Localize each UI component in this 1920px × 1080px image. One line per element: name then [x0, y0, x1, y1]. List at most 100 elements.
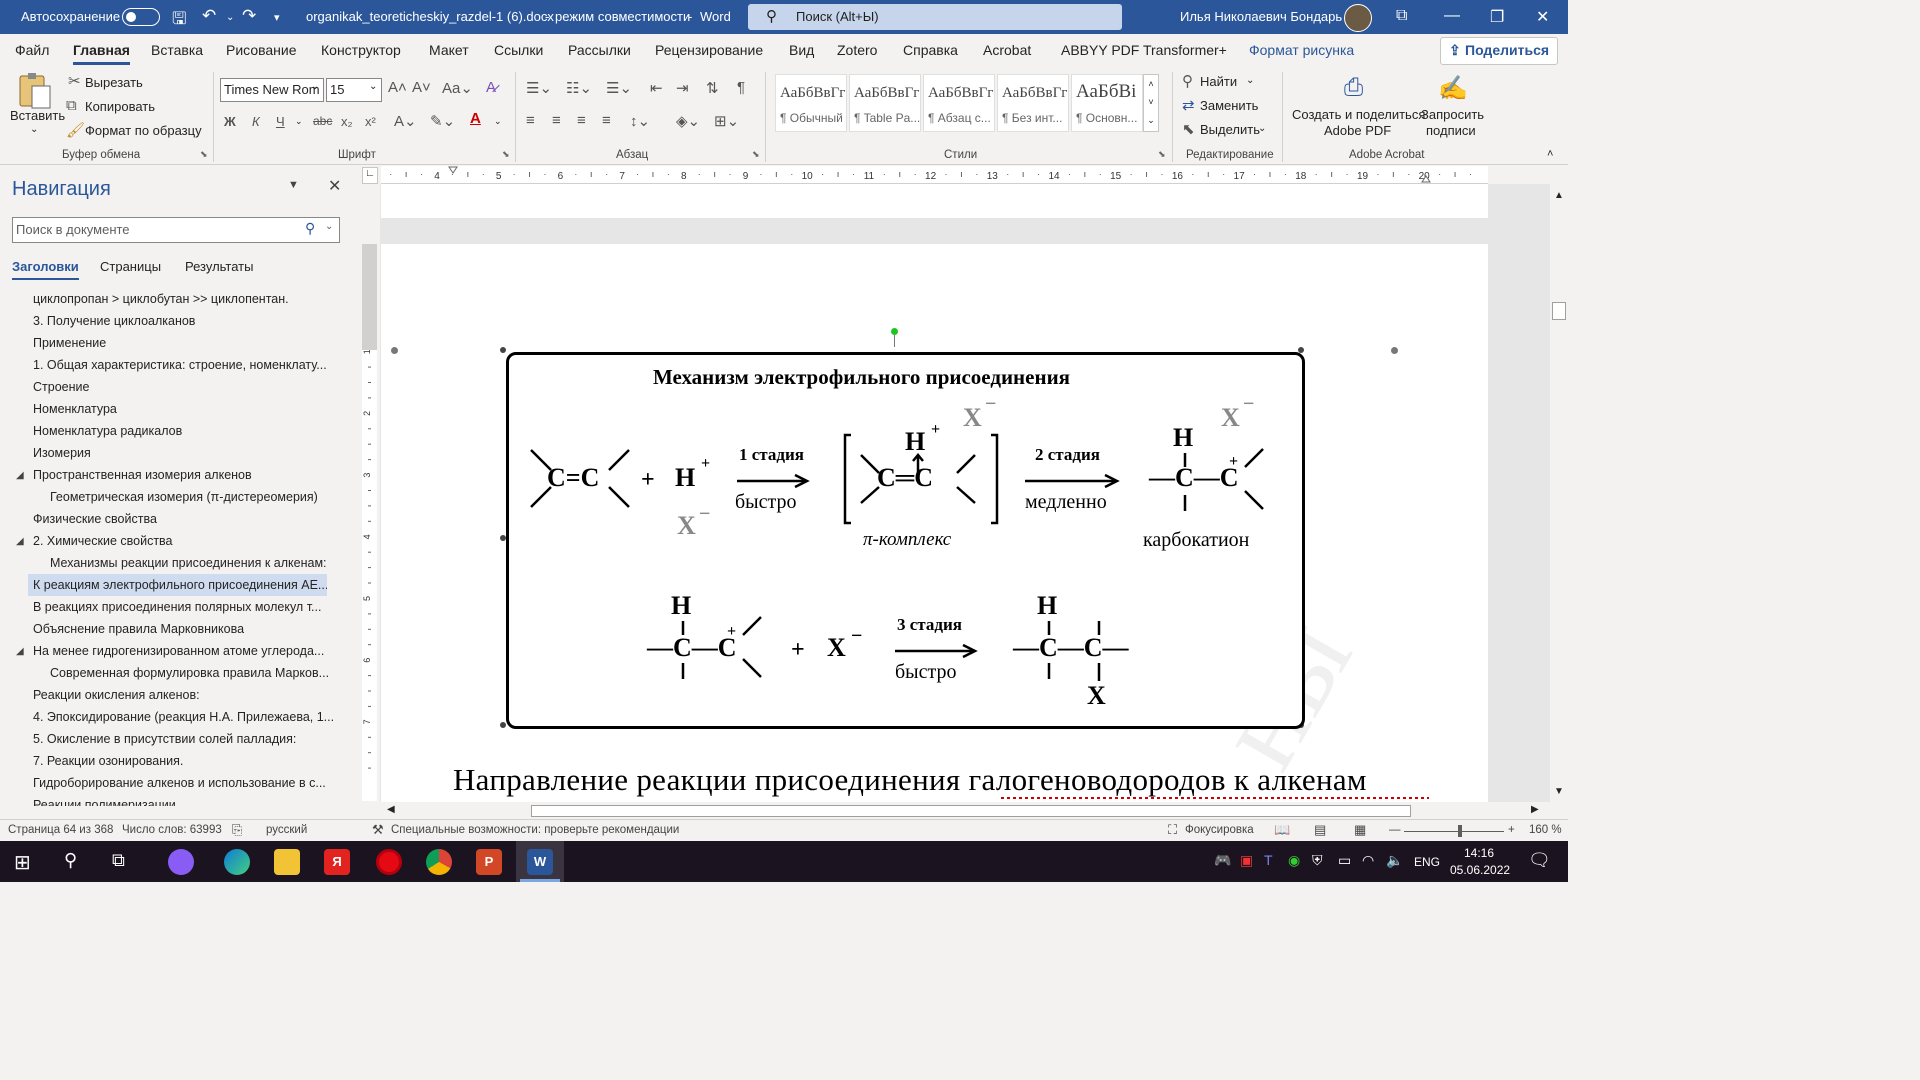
scroll-thumb[interactable]: [531, 805, 1411, 817]
create-pdf-label[interactable]: Создать и поделиться: [1292, 107, 1425, 122]
bullets-icon[interactable]: ☰⌄: [526, 79, 552, 97]
heading-item[interactable]: Номенклатура радикалов: [33, 420, 333, 442]
subscript-button[interactable]: x₂: [341, 114, 353, 129]
alice-icon[interactable]: [168, 849, 194, 875]
input-language[interactable]: ENG: [1414, 855, 1440, 869]
collapse-triangle-icon[interactable]: ◢: [16, 646, 24, 657]
tab-mailings[interactable]: Рассылки: [568, 42, 631, 58]
chevron-down-icon[interactable]: ⌄: [494, 116, 502, 127]
heading-item[interactable]: Реакции окисления алкенов:: [33, 684, 333, 706]
tab-draw[interactable]: Рисование: [226, 42, 297, 58]
font-launcher-icon[interactable]: ⬊: [502, 149, 510, 160]
nav-search-input[interactable]: Поиск в документе ⚲ ⌄: [12, 217, 340, 243]
collapse-ribbon-icon[interactable]: ˄: [1547, 148, 1553, 160]
horizontal-scrollbar[interactable]: ◀ ▶: [381, 802, 1550, 819]
tab-acrobat[interactable]: Acrobat: [983, 42, 1031, 58]
request-signature-label[interactable]: Запросить: [1421, 107, 1484, 122]
tab-zotero[interactable]: Zotero: [837, 42, 877, 58]
scroll-left-icon[interactable]: ◀: [387, 804, 395, 815]
highlight-icon[interactable]: ✎⌄: [430, 112, 455, 130]
resize-handle[interactable]: [500, 347, 506, 353]
numbering-icon[interactable]: ☷⌄: [566, 79, 592, 97]
nav-close-icon[interactable]: ✕: [328, 176, 341, 196]
font-color-icon[interactable]: A: [470, 110, 481, 127]
web-layout-icon[interactable]: ▦: [1354, 822, 1366, 838]
tab-insert[interactable]: Вставка: [151, 42, 203, 58]
style-body-text[interactable]: АаБбВі ¶ Основн...: [1071, 74, 1143, 132]
scroll-up-icon[interactable]: ▲: [1554, 190, 1564, 201]
tab-abbyy[interactable]: ABBYY PDF Transformer+: [1061, 42, 1227, 58]
font-size-select[interactable]: 15 ⌄: [326, 78, 382, 102]
vertical-ruler[interactable]: 11234567: [362, 244, 377, 801]
zoom-slider[interactable]: [1404, 831, 1504, 832]
clipboard-launcher-icon[interactable]: ⬊: [200, 149, 208, 160]
heading-item[interactable]: Объяснение правила Марковникова: [33, 618, 333, 640]
teams-icon[interactable]: T: [1264, 852, 1273, 868]
shrink-font-icon[interactable]: A˅: [412, 79, 431, 96]
avatar[interactable]: [1344, 4, 1372, 32]
print-layout-icon[interactable]: ▤: [1314, 822, 1326, 838]
mechanism-figure[interactable]: Механизм электрофильного присоединения C…: [506, 352, 1305, 729]
heading-item[interactable]: Применение: [33, 332, 333, 354]
anchor-handle[interactable]: [391, 347, 398, 354]
share-button[interactable]: ⇪ Поделиться: [1440, 37, 1558, 65]
tab-selector[interactable]: ∟: [362, 167, 378, 184]
heading-item[interactable]: 5. Окисление в присутствии солей паллади…: [33, 728, 333, 750]
style-table-paragraph[interactable]: АаБбВвГг ¶ Table Pa...: [849, 74, 921, 132]
read-mode-icon[interactable]: 📖: [1274, 822, 1290, 838]
find-button[interactable]: Найти: [1200, 74, 1237, 89]
search-box[interactable]: ⚲ Поиск (Alt+Ы): [748, 4, 1122, 30]
redo-icon[interactable]: ↷: [242, 6, 256, 26]
change-case-icon[interactable]: Aa⌄: [442, 79, 473, 97]
heading-item[interactable]: Механизмы реакции присоединения к алкена…: [50, 552, 350, 574]
tray-app-icon[interactable]: ⛨: [1312, 852, 1323, 869]
chrome-icon[interactable]: [426, 849, 452, 875]
nav-options-icon[interactable]: ▼: [288, 179, 299, 191]
scroll-right-icon[interactable]: ▶: [1531, 804, 1539, 815]
tab-design[interactable]: Конструктор: [321, 42, 401, 58]
search-icon[interactable]: ⚲: [64, 850, 77, 871]
zoom-out-icon[interactable]: —: [1389, 824, 1401, 836]
search-icon[interactable]: ⚲: [305, 220, 315, 237]
paste-label[interactable]: Вставить: [10, 108, 65, 123]
zoom-slider-thumb[interactable]: [1458, 825, 1462, 837]
paragraph-launcher-icon[interactable]: ⬊: [752, 149, 760, 160]
cut-button[interactable]: Вырезать: [85, 75, 143, 90]
borders-icon[interactable]: ⊞⌄: [714, 112, 739, 130]
vertical-scrollbar[interactable]: ▲ ▼: [1550, 184, 1568, 802]
file-explorer-icon[interactable]: [274, 849, 300, 875]
page-count[interactable]: Страница 64 из 368: [8, 824, 113, 836]
word-icon[interactable]: W: [527, 849, 553, 875]
style-no-spacing[interactable]: АаБбВвГг ¶ Без инт...: [997, 74, 1069, 132]
rotate-handle[interactable]: [891, 328, 898, 335]
gamepad-icon[interactable]: 🎮: [1214, 852, 1231, 869]
align-left-icon[interactable]: ≡: [526, 112, 535, 129]
heading-item[interactable]: Строение: [33, 376, 333, 398]
powerpoint-icon[interactable]: P: [476, 849, 502, 875]
scroll-thumb[interactable]: [1552, 302, 1566, 320]
focus-mode[interactable]: Фокусировка: [1185, 824, 1254, 836]
tab-picture-format[interactable]: Формат рисунка: [1249, 42, 1354, 58]
font-name-select[interactable]: Times New Rom ⌄: [220, 78, 324, 102]
user-name[interactable]: Илья Николаевич Бондарь: [1180, 9, 1342, 24]
task-view-icon[interactable]: ⧉: [112, 850, 125, 871]
line-spacing-icon[interactable]: ↕⌄: [630, 112, 650, 130]
chevron-down-icon[interactable]: ⌄: [325, 221, 333, 232]
restore-icon[interactable]: ❐: [1490, 7, 1504, 27]
increase-indent-icon[interactable]: ⇥: [676, 79, 689, 97]
horizontal-ruler[interactable]: 4 5 6 7 8 9 10 11 12 13 14 15 16 17 18 19 20: [381, 166, 1488, 184]
chevron-down-icon[interactable]: ⌄: [1246, 75, 1254, 86]
accessibility-status[interactable]: Специальные возможности: проверьте реком…: [391, 824, 679, 836]
nav-tab-results[interactable]: Результаты: [185, 259, 253, 274]
zoom-level[interactable]: 160 %: [1529, 824, 1562, 836]
save-icon[interactable]: 🖫: [172, 6, 186, 35]
zoom-in-icon[interactable]: +: [1508, 824, 1515, 836]
tab-file[interactable]: Файл: [15, 42, 49, 58]
language[interactable]: русский: [266, 824, 307, 836]
tab-layout[interactable]: Макет: [429, 42, 469, 58]
proofing-icon[interactable]: ⎘: [232, 822, 242, 838]
chevron-down-icon[interactable]: ⌄: [295, 116, 303, 127]
nav-tab-pages[interactable]: Страницы: [100, 259, 161, 274]
heading-item[interactable]: На менее гидрогенизированном атоме углер…: [33, 640, 333, 662]
tray-app-icon[interactable]: ▣: [1240, 852, 1253, 869]
